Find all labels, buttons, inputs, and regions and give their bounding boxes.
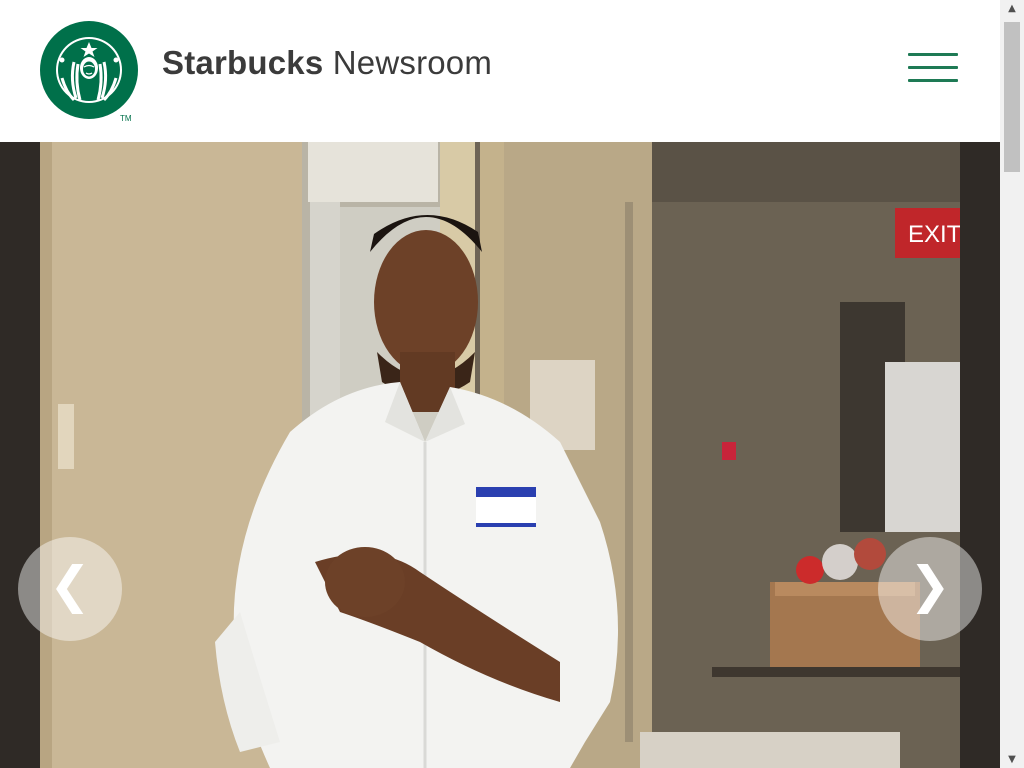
vertical-scrollbar[interactable]: ▲ ▼ [1000, 0, 1024, 768]
menu-bar [908, 79, 958, 82]
section-name: Newsroom [332, 44, 493, 81]
brand-name: Starbucks [162, 44, 324, 81]
scroll-down-arrow-icon[interactable]: ▼ [1000, 751, 1024, 768]
carousel-slide-image[interactable]: EXIT [40, 142, 960, 768]
site-header: TM Starbucks Newsroom [0, 0, 1000, 142]
scroll-up-arrow-icon[interactable]: ▲ [1000, 0, 1024, 17]
hamburger-menu-button[interactable] [906, 48, 960, 88]
site-title[interactable]: Starbucks Newsroom [162, 44, 492, 82]
siren-logo-icon: TM [40, 21, 138, 123]
hamburger-menu-icon [908, 53, 958, 56]
svg-text:TM: TM [120, 114, 132, 123]
carousel-prev-button[interactable]: ❮ [18, 537, 122, 641]
chevron-right-icon: ❯ [909, 556, 951, 614]
photo-carousel: EXIT ❮ ❯ [0, 142, 1000, 768]
starbucks-logo[interactable]: TM [40, 20, 140, 124]
chevron-left-icon: ❮ [49, 556, 91, 614]
photo-man-in-white-shirt-icon: EXIT [40, 142, 960, 768]
menu-bar [908, 66, 958, 69]
scrollbar-thumb[interactable] [1004, 22, 1020, 172]
svg-text:EXIT: EXIT [908, 221, 960, 248]
carousel-next-button[interactable]: ❯ [878, 537, 982, 641]
